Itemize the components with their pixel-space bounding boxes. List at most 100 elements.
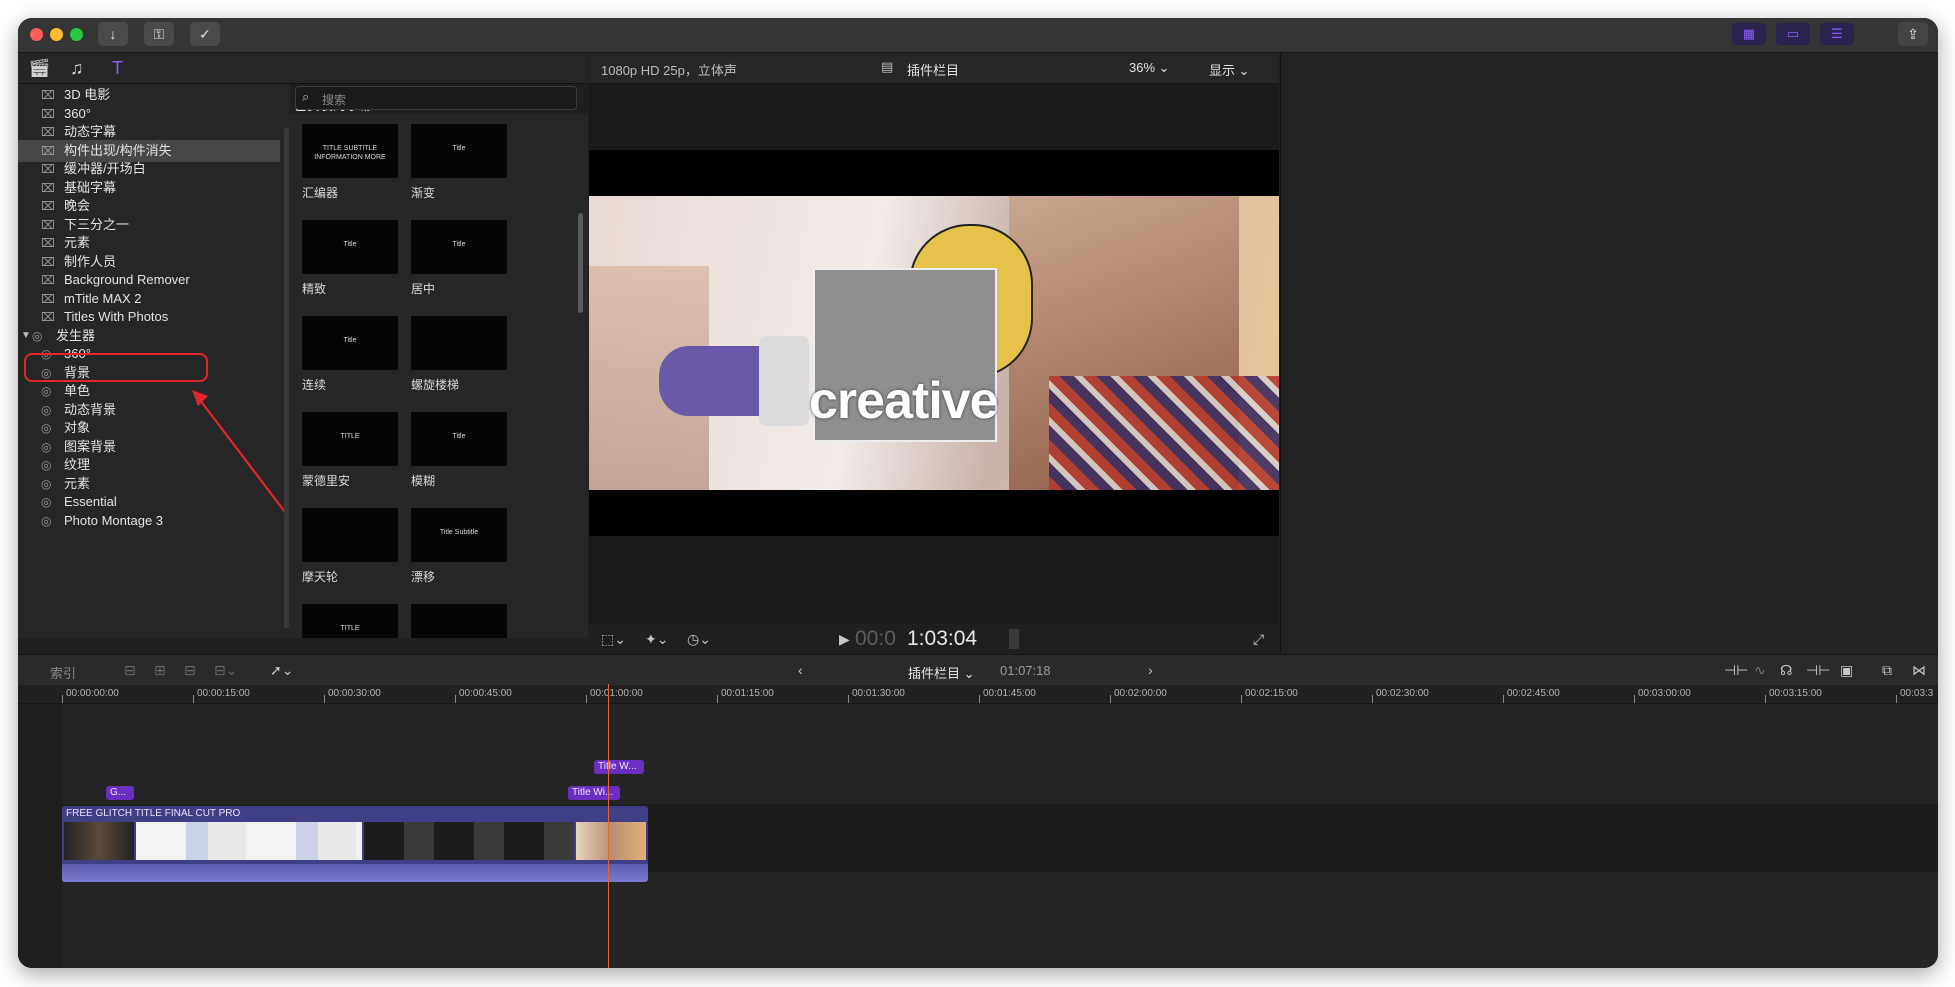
timeline-tracks[interactable]: Title W... Title Wi... G... FREE GLITCH … xyxy=(18,684,1938,968)
inspector-toggle-button[interactable]: ☰ xyxy=(1820,23,1854,45)
browser-header: 🎬︎ ♫ T 已安装的字幕 ⌃⌄ xyxy=(18,53,588,113)
import-button[interactable]: ↓ xyxy=(98,22,128,46)
tick-mark xyxy=(1896,695,1897,703)
clip-appearance-icon[interactable]: ▣ xyxy=(1840,661,1853,679)
ruler-timecode: 00:02:30:00 xyxy=(1376,688,1429,699)
ruler-timecode: 00:00:30:00 xyxy=(328,688,381,699)
snapping-icon[interactable]: ⊣⊢ xyxy=(1806,661,1830,679)
library-item-label: Photo Montage 3 xyxy=(64,512,164,528)
transitions-browser-icon[interactable]: ⋈ xyxy=(1912,661,1926,679)
display-dropdown[interactable]: 显示 ⌄ xyxy=(1209,60,1250,79)
timecode: 1:03:04 xyxy=(907,627,978,650)
ruler-timecode: 00:00:15:00 xyxy=(197,688,250,699)
skimming-icon[interactable]: ⊣⊢ xyxy=(1724,661,1748,679)
project-name[interactable]: 插件栏目 ⌄ xyxy=(908,663,975,682)
audio-skimming-icon[interactable]: ∿ xyxy=(1754,661,1766,679)
titles-generators-icon[interactable]: T xyxy=(112,57,123,79)
title-thumbnail[interactable]: Title xyxy=(411,124,507,178)
tick-mark xyxy=(1765,695,1766,703)
titles-grid: TITLE SUBTITLE INFORMATION MORE 汇编器 Title 渐… xyxy=(290,114,588,638)
timeline-toggle-button[interactable]: ▭ xyxy=(1776,23,1810,45)
thumbnail-text: TITLE xyxy=(340,625,360,632)
titles-search-input[interactable]: ⌕ 搜索 xyxy=(295,86,577,110)
tick-mark xyxy=(1110,695,1111,703)
inspector-toggle-icon: ☰ xyxy=(1831,26,1843,41)
title-thumbnail[interactable] xyxy=(302,508,398,562)
main-clip-label: FREE GLITCH TITLE FINAL CUT PRO xyxy=(66,808,241,819)
title-name: 精致 xyxy=(302,282,327,296)
title-thumbnail[interactable]: Title xyxy=(411,220,507,274)
display-label: 显示 xyxy=(1209,63,1236,78)
close-window-button[interactable] xyxy=(30,28,43,41)
headphones-icon[interactable]: ☊ xyxy=(1780,661,1792,679)
ruler-timecode: 00:00:00:00 xyxy=(66,688,119,699)
title-clip-left[interactable]: G... xyxy=(106,786,134,800)
index-button[interactable]: 索引 xyxy=(50,663,76,682)
title-name: 漂移 xyxy=(411,570,436,584)
title-thumbnail[interactable] xyxy=(411,316,507,370)
video-frame: creative xyxy=(589,196,1279,490)
tick-mark xyxy=(586,695,587,703)
keywords-button[interactable]: ⚿ xyxy=(144,22,174,46)
title-name: 渐变 xyxy=(411,186,436,200)
title-bar: ↓ ⚿ ✓ ▦ ▭ ☰ ⇪ xyxy=(18,18,1938,53)
effects-browser-icon[interactable]: ⧉ xyxy=(1882,661,1892,679)
playhead[interactable] xyxy=(608,684,609,968)
thumbnail-text: Title Subtitle xyxy=(439,529,479,536)
title-thumbnail[interactable]: Title xyxy=(411,412,507,466)
zoom-dropdown[interactable]: 36% ⌄ xyxy=(1129,60,1170,76)
connect-clip-icon[interactable]: ⊟ xyxy=(124,661,136,679)
library-scrollbar[interactable] xyxy=(284,128,289,628)
title-clip-top[interactable]: Title W... xyxy=(594,760,644,774)
thumbnail-text: Title xyxy=(343,241,357,248)
clapper-icon[interactable]: 🎬︎ xyxy=(28,57,51,79)
main-clip[interactable]: FREE GLITCH TITLE FINAL CUT PRO xyxy=(62,806,648,882)
transform-tool-icon[interactable]: ⬚⌄ xyxy=(601,630,626,648)
thumbnail-text: Title xyxy=(343,337,357,344)
retime-icon[interactable]: ◷⌄ xyxy=(687,630,711,648)
history-forward-icon[interactable]: › xyxy=(1148,661,1153,679)
zoom-value: 36% xyxy=(1129,60,1156,75)
minimize-window-button[interactable] xyxy=(50,28,63,41)
insert-clip-icon[interactable]: ⊞ xyxy=(154,661,166,679)
browser-toggle-button[interactable]: ▦ xyxy=(1732,23,1766,45)
title-thumbnail[interactable]: Title Subtitle xyxy=(411,508,507,562)
share-button[interactable]: ⇪ xyxy=(1898,22,1928,46)
tick-mark xyxy=(1372,695,1373,703)
checkmark-icon: ✓ xyxy=(199,26,211,42)
title-thumbnail[interactable]: TITLE xyxy=(302,604,398,638)
timeline-gutter xyxy=(18,704,62,968)
select-tool-icon[interactable]: ➚⌄ xyxy=(270,661,293,679)
letterbox-top xyxy=(589,150,1279,196)
title-thumbnail[interactable]: TITLE xyxy=(302,412,398,466)
ruler-timecode: 00:03:15:00 xyxy=(1769,688,1822,699)
title-name: 螺旋楼梯 xyxy=(411,378,460,392)
overwrite-clip-icon[interactable]: ⊟⌄ xyxy=(214,661,237,679)
timeline-header: 索引 ⊟ ⊞ ⊟ ⊟⌄ ➚⌄ ‹ 插件栏目 ⌄ 01:07:18 › ⊣⊢ ∿ … xyxy=(18,654,1938,685)
play-button[interactable]: ▶ xyxy=(839,630,850,648)
viewer-canvas[interactable]: creative xyxy=(589,84,1279,624)
tick-mark xyxy=(848,695,849,703)
zoom-window-button[interactable] xyxy=(70,28,83,41)
fullscreen-icon[interactable]: ⤢ xyxy=(1253,630,1264,648)
title-thumbnail[interactable]: Title xyxy=(302,316,398,370)
title-clip-mid[interactable]: Title Wi... xyxy=(568,786,620,800)
clip-thumbnail xyxy=(64,822,134,860)
magic-wand-icon[interactable]: ✦⌄ xyxy=(645,630,668,648)
background-tasks-button[interactable]: ✓ xyxy=(190,22,220,46)
timeline-ruler[interactable]: 00:00:00:00 00:00:15:00 00:00:30:00 00:00:4… xyxy=(18,685,1938,704)
titles-grid-scrollbar[interactable] xyxy=(578,213,583,313)
project-name-label: 插件栏目 xyxy=(908,666,961,681)
ruler-timecode: 00:01:15:00 xyxy=(721,688,774,699)
append-clip-icon[interactable]: ⊟ xyxy=(184,661,196,679)
title-thumbnail[interactable] xyxy=(411,604,507,638)
annotation-arrow xyxy=(192,390,289,517)
timeline-toggle-icon: ▭ xyxy=(1786,26,1800,41)
title-thumbnail[interactable]: Title xyxy=(302,220,398,274)
history-back-icon[interactable]: ‹ xyxy=(798,661,803,679)
title-thumbnail[interactable]: TITLE SUBTITLE INFORMATION MORE xyxy=(302,124,398,178)
music-icon[interactable]: ♫ xyxy=(70,57,84,79)
key-icon: ⚿ xyxy=(153,26,165,42)
tick-mark xyxy=(717,695,718,703)
ruler-timecode: 00:01:00:00 xyxy=(590,688,643,699)
